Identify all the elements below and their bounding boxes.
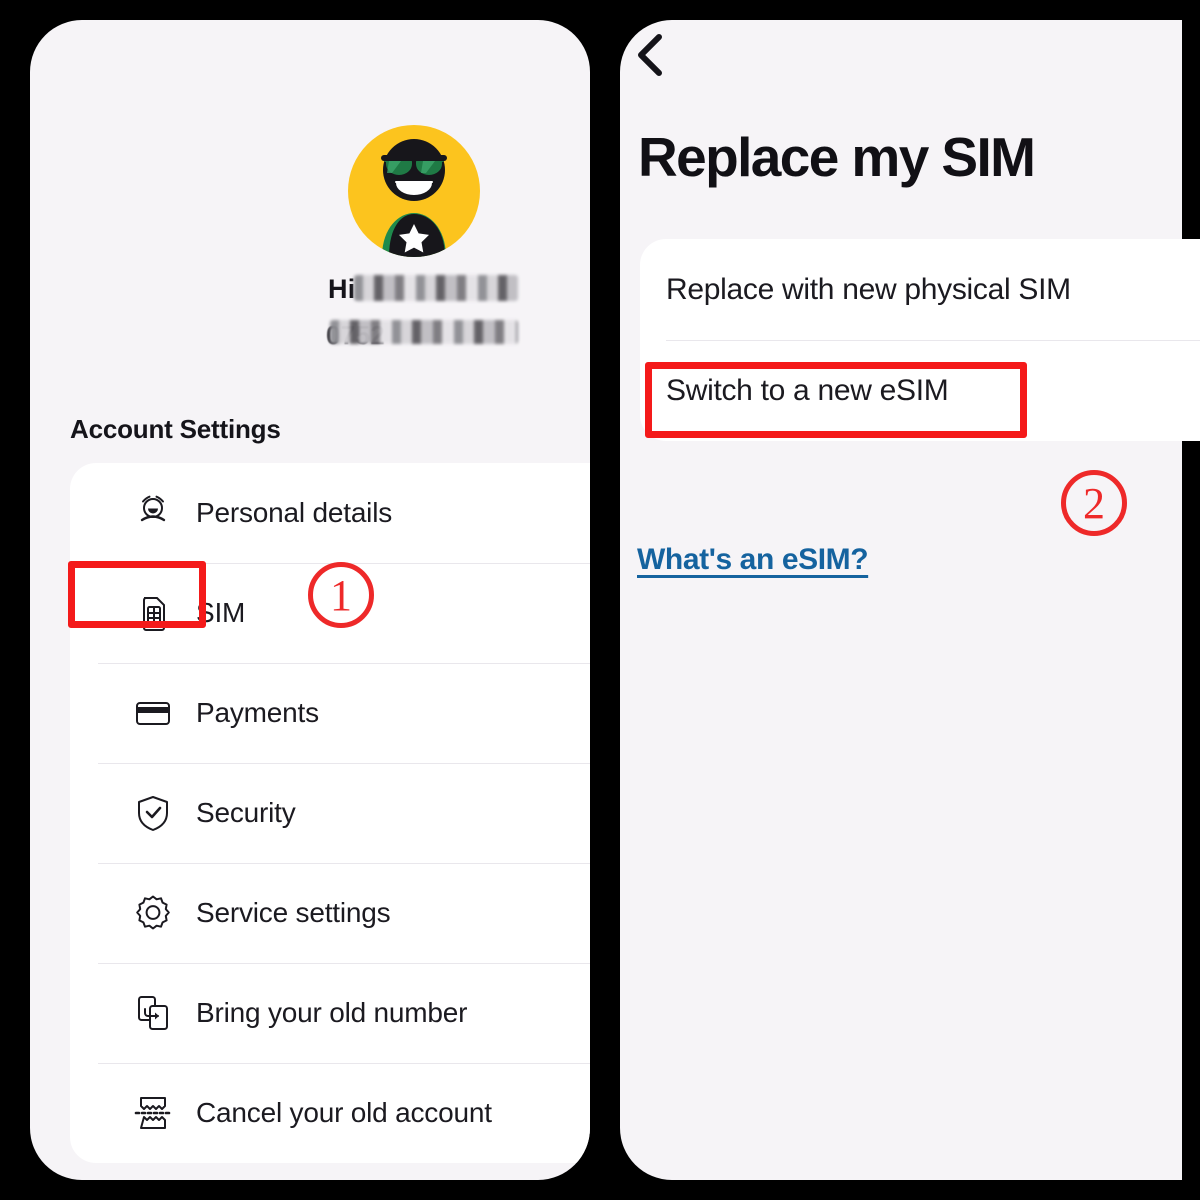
- redacted-phone-number: [330, 320, 518, 344]
- whats-an-esim-link[interactable]: What's an eSIM?: [637, 543, 869, 577]
- menu-item-label: Service settings: [196, 897, 391, 928]
- option-label: Replace with new physical SIM: [666, 272, 1071, 306]
- page-title: Replace my SIM: [638, 126, 1036, 188]
- menu-item-bring-old-number[interactable]: Bring your old number: [70, 963, 590, 1063]
- menu-item-security[interactable]: Security: [70, 763, 590, 863]
- section-title-account-settings: Account Settings: [70, 414, 281, 444]
- phone-transfer-icon: [138, 996, 168, 1030]
- menu-item-label: Security: [196, 797, 296, 828]
- chevron-left-icon: [638, 34, 662, 76]
- menu-item-label: Cancel your old account: [196, 1097, 492, 1128]
- menu-item-label: Bring your old number: [196, 997, 468, 1028]
- menu-item-label: Payments: [196, 697, 319, 728]
- option-replace-physical-sim[interactable]: Replace with new physical SIM: [640, 239, 1200, 340]
- screenshot-stage: Hi 0752 Account Settings Personal detail…: [0, 0, 1200, 1200]
- phone-screen-replace-sim: [620, 20, 1182, 1180]
- step-marker-1: 1: [308, 562, 374, 628]
- greeting-prefix: Hi: [328, 274, 356, 304]
- person-details-icon: [140, 495, 166, 522]
- menu-item-personal-details[interactable]: Personal details: [70, 463, 590, 563]
- torn-paper-icon: [134, 1097, 171, 1129]
- gear-icon: [136, 895, 170, 930]
- menu-item-cancel-old-account[interactable]: Cancel your old account: [70, 1063, 590, 1163]
- credit-card-icon: [136, 702, 170, 725]
- sim-card-icon: [143, 597, 165, 631]
- menu-item-payments[interactable]: Payments: [70, 663, 590, 763]
- sim-replacement-options: Replace with new physical SIM Switch to …: [640, 239, 1200, 441]
- menu-item-label: SIM: [196, 597, 246, 628]
- option-switch-to-esim[interactable]: Switch to a new eSIM: [640, 340, 1200, 441]
- menu-item-label: Personal details: [196, 497, 393, 528]
- option-label: Switch to a new eSIM: [666, 373, 949, 407]
- step-marker-2: 2: [1061, 470, 1127, 536]
- back-button[interactable]: [628, 28, 678, 82]
- avatar-sunglasses-star-icon: [381, 139, 447, 257]
- menu-item-service-settings[interactable]: Service settings: [70, 863, 590, 963]
- shield-check-icon: [138, 796, 168, 831]
- redacted-name: [354, 275, 518, 301]
- avatar[interactable]: [348, 125, 480, 257]
